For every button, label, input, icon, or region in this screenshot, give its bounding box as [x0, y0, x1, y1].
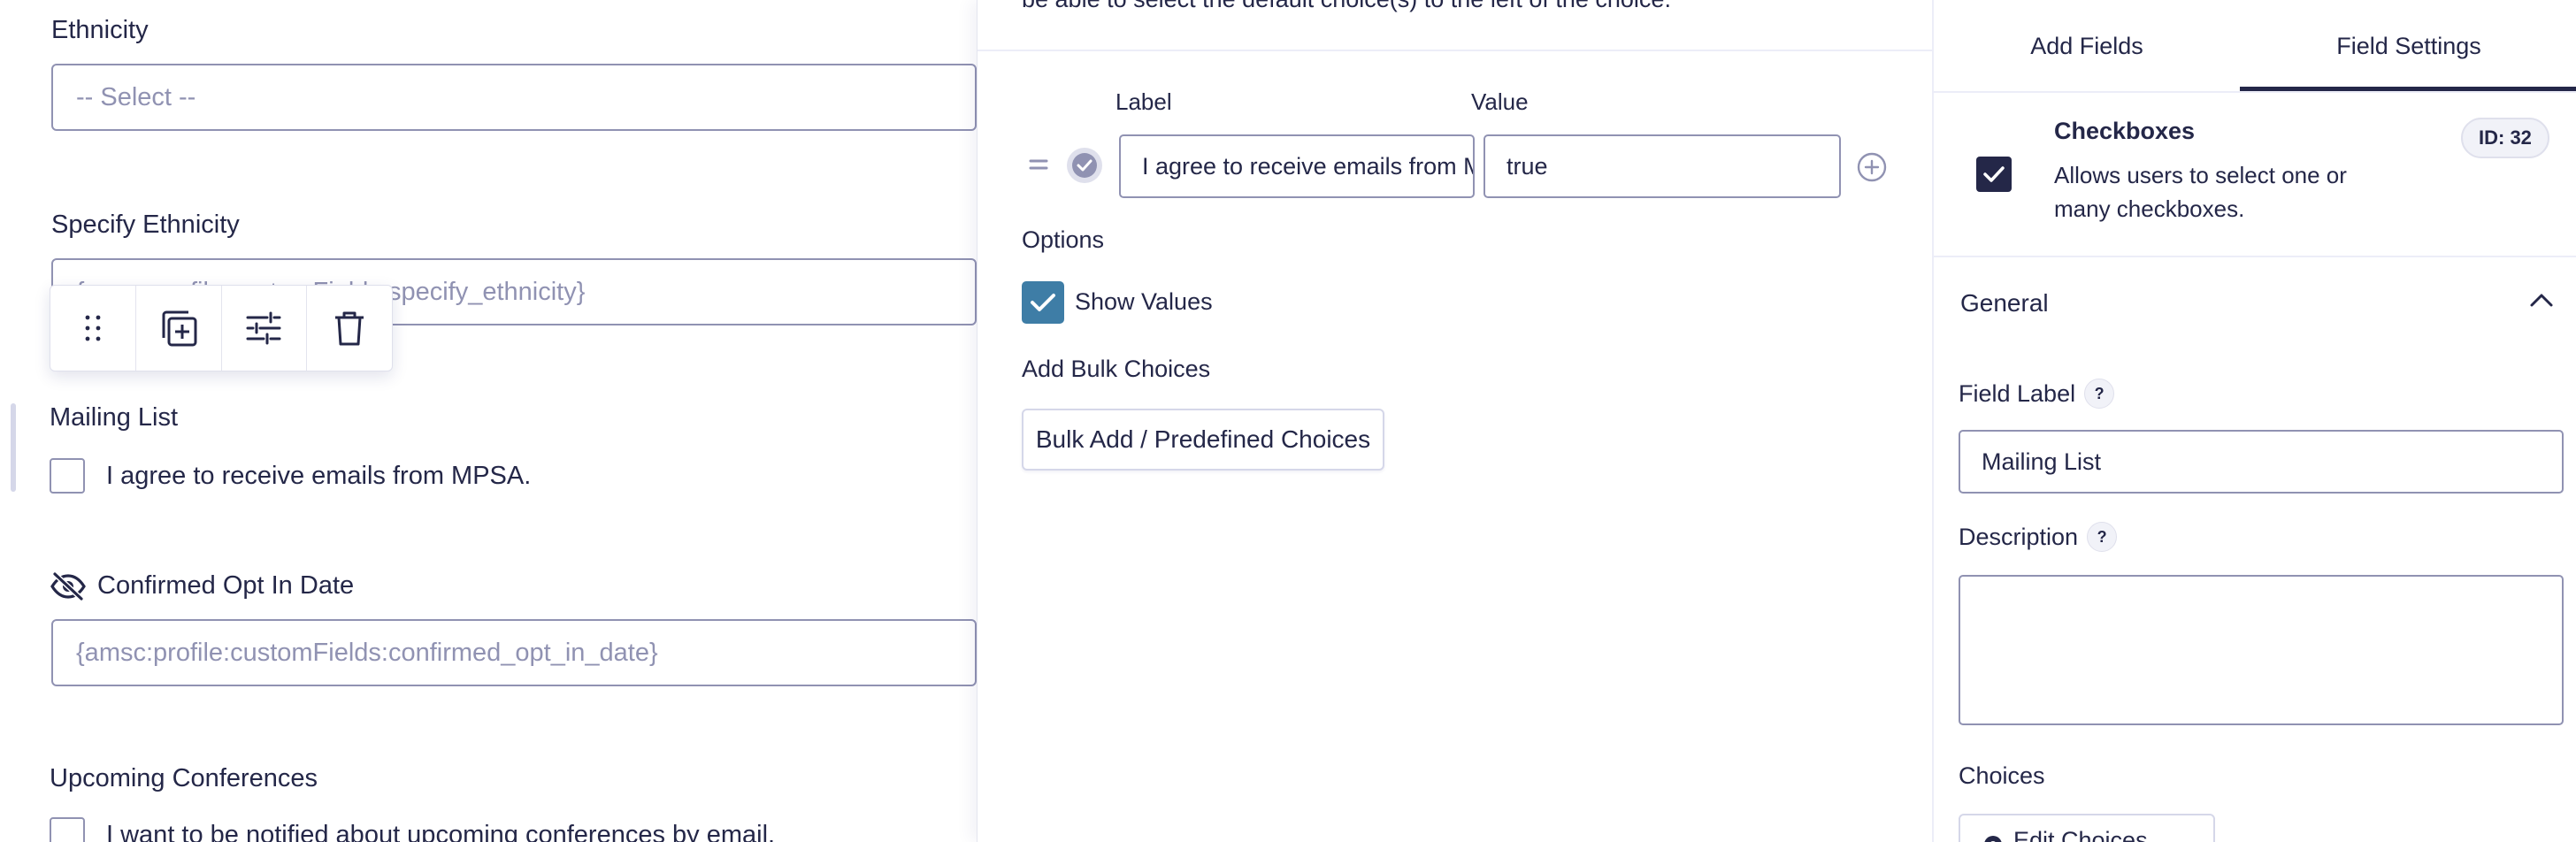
field-type-name: Checkboxes — [2054, 118, 2196, 144]
description-help-icon[interactable]: ? — [2087, 522, 2118, 552]
choice-sort-handle-icon[interactable] — [1029, 156, 1048, 173]
ethnicity-label: Ethnicity — [51, 16, 149, 44]
upcoming-conferences-choice-label: I want to be notified about upcoming con… — [106, 821, 776, 842]
chevron-up-icon — [2530, 294, 2553, 307]
field-label-input[interactable]: Mailing List — [1959, 430, 2564, 494]
value-column-header: Value — [1471, 88, 1529, 115]
choices-flyout: be able to select the default choice(s) … — [977, 0, 1933, 842]
selected-field-indicator — [11, 403, 16, 492]
field-type-description: Allows users to select one or many check… — [2054, 162, 2347, 222]
options-heading: Options — [1022, 226, 1105, 253]
default-choice-check-icon[interactable] — [1066, 147, 1103, 184]
description-textarea[interactable] — [1959, 575, 2564, 725]
ethnicity-select[interactable]: -- Select -- — [51, 64, 977, 131]
tab-add-fields[interactable]: Add Fields — [1934, 0, 2240, 92]
active-tab-indicator — [2240, 87, 2576, 91]
choices-heading: Choices — [1959, 762, 2045, 790]
field-type-card: Checkboxes Allows users to select one or… — [1934, 93, 2576, 257]
trash-icon — [335, 311, 364, 346]
show-values-checkbox[interactable] — [1022, 281, 1064, 324]
show-values-label: Show Values — [1075, 288, 1213, 315]
bulk-add-choices-button[interactable]: Bulk Add / Predefined Choices — [1022, 409, 1384, 471]
drag-handle-button[interactable] — [50, 286, 136, 371]
add-bulk-choices-heading: Add Bulk Choices — [1022, 356, 1211, 382]
settings-sidebar: Add Fields Field Settings Checkboxes All… — [1932, 0, 2576, 842]
duplicate-field-button[interactable] — [136, 286, 222, 371]
description-heading: Description ? — [1959, 522, 2118, 552]
edit-choices-button[interactable]: Edit Choices — [1959, 814, 2215, 842]
form-canvas: Ethnicity -- Select -- Specify Ethnicity… — [0, 0, 977, 842]
tab-field-settings[interactable]: Field Settings — [2240, 0, 2576, 92]
flyout-divider — [978, 50, 1933, 51]
label-column-header: Label — [1116, 88, 1172, 115]
field-id-badge: ID: 32 — [2461, 118, 2549, 158]
edit-choices-label: Edit Choices — [2013, 826, 2148, 842]
field-label-help-icon[interactable]: ? — [2084, 379, 2115, 409]
settings-sliders-icon — [246, 311, 281, 345]
duplicate-icon — [162, 310, 197, 347]
choice-label-input[interactable]: I agree to receive emails from MPSA. — [1119, 134, 1475, 198]
field-label-text: Field Label — [1959, 379, 2076, 407]
add-choice-icon[interactable] — [1857, 152, 1887, 182]
specify-ethnicity-label: Specify Ethnicity — [51, 210, 240, 239]
general-section-title: General — [1960, 289, 2049, 317]
field-action-toolbar — [50, 285, 393, 371]
confirmed-opt-in-input[interactable]: {amsc:profile:customFields:confirmed_opt… — [51, 619, 977, 686]
mailing-list-checkbox[interactable] — [50, 458, 85, 494]
gear-icon — [1984, 836, 2002, 842]
flyout-intro-text: be able to select the default choice(s) … — [1022, 0, 1671, 13]
delete-field-button[interactable] — [307, 286, 392, 371]
description-text: Description — [1959, 523, 2079, 550]
mailing-list-label: Mailing List — [50, 403, 179, 432]
choice-value-input[interactable]: true — [1484, 134, 1841, 198]
drag-handle-icon — [85, 315, 101, 341]
choices-label-text: Choices — [1959, 762, 2045, 789]
field-settings-button[interactable] — [222, 286, 308, 371]
upcoming-conferences-label: Upcoming Conferences — [50, 764, 318, 792]
upcoming-conferences-checkbox[interactable] — [50, 817, 85, 842]
checkboxes-field-icon — [1976, 157, 2012, 192]
hidden-eye-icon — [50, 571, 86, 601]
general-section-toggle[interactable]: General — [1934, 259, 2576, 348]
confirmed-opt-in-label: Confirmed Opt In Date — [97, 571, 355, 600]
mailing-list-choice-label: I agree to receive emails from MPSA. — [106, 462, 532, 490]
field-label-heading: Field Label ? — [1959, 379, 2115, 409]
